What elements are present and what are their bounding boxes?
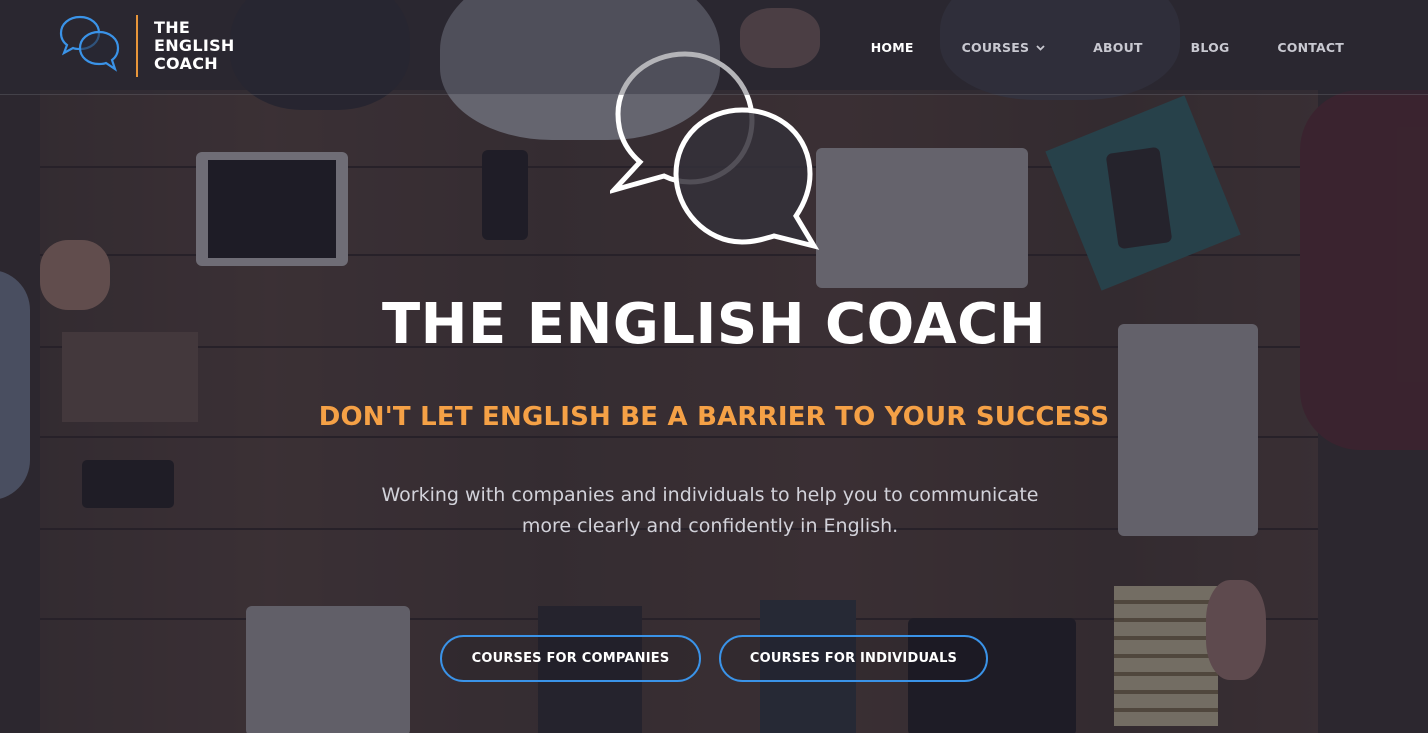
logo-divider (136, 15, 138, 77)
logo-line: COACH (154, 54, 218, 73)
nav-about[interactable]: ABOUT (1093, 40, 1143, 55)
logo-wordmark: THE ENGLISH COACH (154, 19, 235, 73)
logo-line: THE (154, 18, 191, 37)
logo-line: ENGLISH (154, 36, 235, 55)
hero-description: Working with companies and individuals t… (381, 484, 1039, 537)
courses-for-individuals-button[interactable]: COURSES FOR INDIVIDUALS (719, 635, 988, 682)
nav-blog[interactable]: BLOG (1191, 40, 1230, 55)
nav-home[interactable]: HOME (871, 40, 914, 55)
hero-title: THE ENGLISH COACH (381, 292, 1047, 357)
nav-courses-label: COURSES (961, 40, 1030, 55)
site-logo[interactable]: THE ENGLISH COACH (58, 14, 235, 78)
hero-buttons: COURSES FOR COMPANIES COURSES FOR INDIVI… (440, 635, 988, 682)
main-nav: HOME COURSES ABOUT BLOG CONTACT (823, 40, 1344, 55)
courses-for-companies-button[interactable]: COURSES FOR COMPANIES (440, 635, 701, 682)
site-header: THE ENGLISH COACH HOME COURSES ABOUT BLO… (0, 0, 1428, 95)
chevron-down-icon (1036, 44, 1045, 51)
chat-bubbles-icon (59, 15, 120, 72)
nav-courses[interactable]: COURSES (962, 40, 1046, 55)
nav-contact[interactable]: CONTACT (1277, 40, 1344, 55)
hero-subtitle: DON'T LET ENGLISH BE A BARRIER TO YOUR S… (318, 402, 1110, 432)
